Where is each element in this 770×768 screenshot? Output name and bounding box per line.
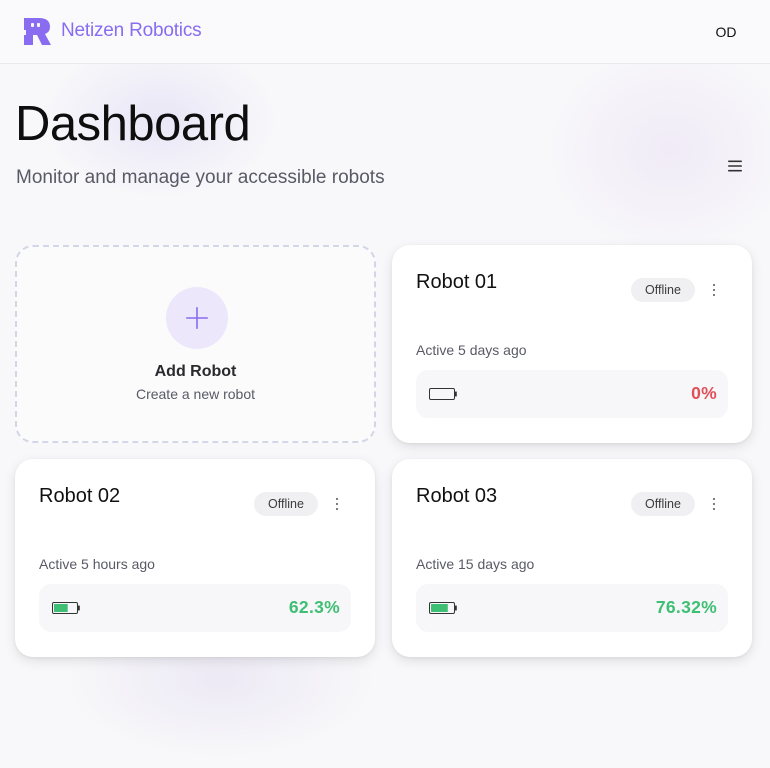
battery-percentage: 62.3% (288, 597, 340, 617)
brand-name: Netizen Robotics (61, 20, 202, 41)
battery-status: 62.3% (39, 584, 351, 632)
last-active-text: Active 15 days ago (416, 556, 535, 572)
robot-name: Robot 02 (39, 485, 121, 507)
battery-status: 76.32% (416, 584, 728, 632)
more-options-icon[interactable] (708, 495, 720, 513)
user-avatar[interactable]: OD (704, 18, 748, 46)
robot-name: Robot 01 (416, 271, 498, 293)
robot-card[interactable]: Robot 03 Offline Active 15 days ago 76.3… (392, 459, 752, 657)
battery-percentage: 76.32% (655, 597, 717, 617)
last-active-text: Active 5 hours ago (39, 556, 155, 572)
last-active-text: Active 5 days ago (416, 342, 527, 358)
menu-icon[interactable] (724, 156, 746, 176)
plus-icon (186, 307, 208, 329)
status-badge: Offline (631, 278, 695, 302)
more-options-icon[interactable] (708, 281, 720, 299)
background-glow (540, 40, 770, 260)
robot-card[interactable]: Robot 02 Offline Active 5 hours ago 62.3… (15, 459, 375, 657)
battery-icon (429, 602, 457, 614)
page-title: Dashboard (15, 97, 251, 151)
battery-percentage: 0% (691, 383, 717, 403)
status-badge: Offline (631, 492, 695, 516)
more-options-icon[interactable] (331, 495, 343, 513)
robot-name: Robot 03 (416, 485, 498, 507)
battery-icon (52, 602, 80, 614)
battery-status: 0% (416, 370, 728, 418)
add-robot-circle (166, 287, 228, 349)
brand-home-link[interactable]: Netizen Robotics (22, 15, 202, 47)
add-robot-card[interactable]: Add Robot Create a new robot (15, 245, 376, 443)
add-robot-title: Add Robot (154, 363, 237, 380)
status-badge: Offline (254, 492, 318, 516)
add-robot-subtitle: Create a new robot (135, 386, 256, 402)
top-navigation-bar: Netizen Robotics OD (0, 0, 770, 64)
battery-icon (429, 388, 457, 400)
netizen-logo-icon (24, 18, 51, 45)
page-subtitle: Monitor and manage your accessible robot… (16, 167, 385, 188)
robot-card[interactable]: Robot 01 Offline Active 5 days ago 0% (392, 245, 752, 443)
